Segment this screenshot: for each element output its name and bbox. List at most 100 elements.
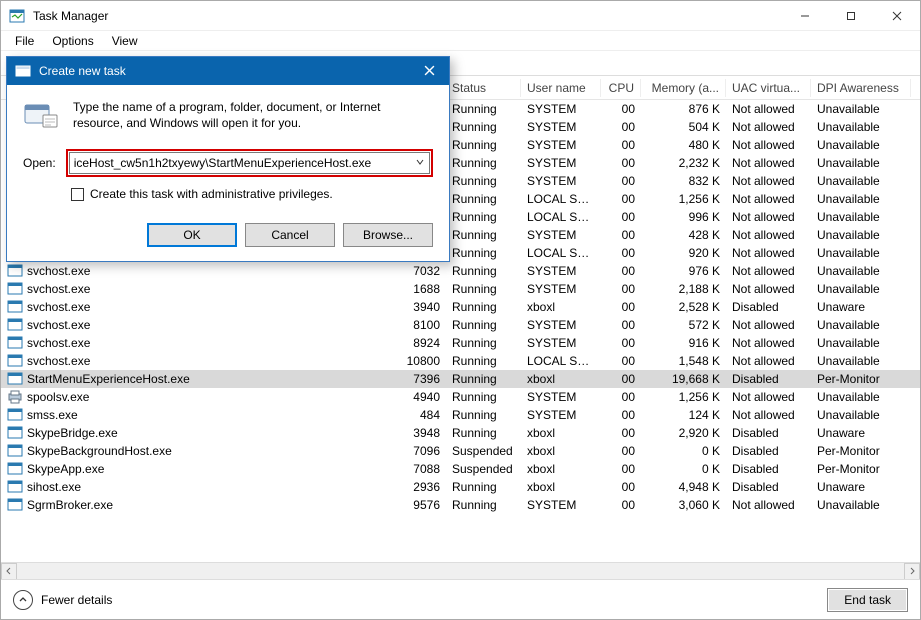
cell-uac: Not allowed (726, 498, 811, 512)
cell-user: SYSTEM (521, 318, 601, 332)
cell-name: StartMenuExperienceHost.exe (1, 372, 386, 386)
cell-user: SYSTEM (521, 336, 601, 350)
table-row[interactable]: SkypeBackgroundHost.exe7096Suspendedxbox… (1, 442, 920, 460)
col-uac[interactable]: UAC virtua... (726, 79, 811, 97)
table-row[interactable]: SgrmBroker.exe9576RunningSYSTEM003,060 K… (1, 496, 920, 514)
cell-name: svchost.exe (1, 318, 386, 332)
cell-mem: 0 K (641, 462, 726, 476)
cell-cpu: 00 (601, 120, 641, 134)
cell-uac: Disabled (726, 426, 811, 440)
cell-mem: 876 K (641, 102, 726, 116)
cell-dpi: Unavailable (811, 408, 911, 422)
fewer-details-toggle[interactable]: Fewer details (13, 590, 827, 610)
app-icon (7, 426, 23, 440)
table-row[interactable]: spoolsv.exe4940RunningSYSTEM001,256 KNot… (1, 388, 920, 406)
cell-uac: Disabled (726, 300, 811, 314)
col-dpi[interactable]: DPI Awareness (811, 79, 911, 97)
chevron-down-icon[interactable] (415, 156, 425, 170)
cell-mem: 2,188 K (641, 282, 726, 296)
cell-pid: 7032 (386, 264, 446, 278)
browse-button[interactable]: Browse... (343, 223, 433, 247)
table-row[interactable]: StartMenuExperienceHost.exe7396Runningxb… (1, 370, 920, 388)
cell-cpu: 00 (601, 444, 641, 458)
table-row[interactable]: svchost.exe3940Runningxboxl002,528 KDisa… (1, 298, 920, 316)
col-cpu[interactable]: CPU (601, 79, 641, 97)
cell-uac: Disabled (726, 462, 811, 476)
menu-file[interactable]: File (7, 32, 42, 50)
admin-checkbox[interactable] (71, 188, 84, 201)
cell-mem: 976 K (641, 264, 726, 278)
table-row[interactable]: svchost.exe7032RunningSYSTEM00976 KNot a… (1, 262, 920, 280)
cell-user: xboxl (521, 300, 601, 314)
cell-user: SYSTEM (521, 156, 601, 170)
cancel-button[interactable]: Cancel (245, 223, 335, 247)
cell-mem: 2,528 K (641, 300, 726, 314)
fewer-details-label: Fewer details (41, 593, 112, 607)
cell-status: Running (446, 120, 521, 134)
table-row[interactable]: SkypeApp.exe7088Suspendedxboxl000 KDisab… (1, 460, 920, 478)
open-input-value: iceHost_cw5n1h2txyewy\StartMenuExperienc… (74, 156, 371, 170)
table-row[interactable]: smss.exe484RunningSYSTEM00124 KNot allow… (1, 406, 920, 424)
horizontal-scrollbar[interactable] (1, 562, 920, 579)
cell-cpu: 00 (601, 174, 641, 188)
cell-uac: Not allowed (726, 336, 811, 350)
cell-pid: 3948 (386, 426, 446, 440)
printer-icon (7, 390, 23, 404)
admin-checkbox-label: Create this task with administrative pri… (90, 187, 333, 201)
table-row[interactable]: svchost.exe8924RunningSYSTEM00916 KNot a… (1, 334, 920, 352)
cell-uac: Not allowed (726, 282, 811, 296)
cell-mem: 2,232 K (641, 156, 726, 170)
cell-status: Running (446, 264, 521, 278)
scroll-left-button[interactable] (1, 563, 17, 580)
close-button[interactable] (874, 1, 920, 31)
col-status[interactable]: Status (446, 79, 521, 97)
table-row[interactable]: SkypeBridge.exe3948Runningxboxl002,920 K… (1, 424, 920, 442)
cell-status: Running (446, 300, 521, 314)
window-title: Task Manager (33, 9, 782, 23)
app-icon (7, 318, 23, 332)
table-row[interactable]: svchost.exe8100RunningSYSTEM00572 KNot a… (1, 316, 920, 334)
cell-mem: 996 K (641, 210, 726, 224)
scroll-right-button[interactable] (904, 563, 920, 580)
ok-button[interactable]: OK (147, 223, 237, 247)
cell-mem: 1,548 K (641, 354, 726, 368)
cell-cpu: 00 (601, 462, 641, 476)
cell-cpu: 00 (601, 300, 641, 314)
cell-user: SYSTEM (521, 228, 601, 242)
cell-uac: Not allowed (726, 102, 811, 116)
open-input[interactable]: iceHost_cw5n1h2txyewy\StartMenuExperienc… (69, 152, 430, 174)
cell-user: xboxl (521, 444, 601, 458)
maximize-button[interactable] (828, 1, 874, 31)
app-icon (7, 282, 23, 296)
cell-user: LOCAL SE... (521, 210, 601, 224)
table-row[interactable]: sihost.exe2936Runningxboxl004,948 KDisab… (1, 478, 920, 496)
cell-dpi: Per-Monitor (811, 444, 911, 458)
footer: Fewer details End task (1, 579, 920, 619)
end-task-button[interactable]: End task (827, 588, 908, 612)
menu-options[interactable]: Options (44, 32, 101, 50)
minimize-button[interactable] (782, 1, 828, 31)
menu-view[interactable]: View (104, 32, 146, 50)
app-icon (7, 480, 23, 494)
app-icon (7, 264, 23, 278)
table-row[interactable]: svchost.exe10800RunningLOCAL SE...001,54… (1, 352, 920, 370)
cell-uac: Not allowed (726, 390, 811, 404)
cell-dpi: Unaware (811, 300, 911, 314)
cell-cpu: 00 (601, 372, 641, 386)
col-mem[interactable]: Memory (a... (641, 79, 726, 97)
cell-uac: Not allowed (726, 174, 811, 188)
dialog-titlebar: Create new task (7, 57, 449, 85)
col-user[interactable]: User name (521, 79, 601, 97)
table-row[interactable]: svchost.exe1688RunningSYSTEM002,188 KNot… (1, 280, 920, 298)
dialog-close-button[interactable] (418, 63, 441, 80)
cell-name: svchost.exe (1, 282, 386, 296)
cell-cpu: 00 (601, 282, 641, 296)
cell-cpu: 00 (601, 192, 641, 206)
app-icon (7, 336, 23, 350)
cell-status: Running (446, 336, 521, 350)
menubar: File Options View (1, 31, 920, 51)
app-icon (7, 462, 23, 476)
chevron-up-icon (13, 590, 33, 610)
cell-mem: 1,256 K (641, 192, 726, 206)
cell-status: Running (446, 390, 521, 404)
